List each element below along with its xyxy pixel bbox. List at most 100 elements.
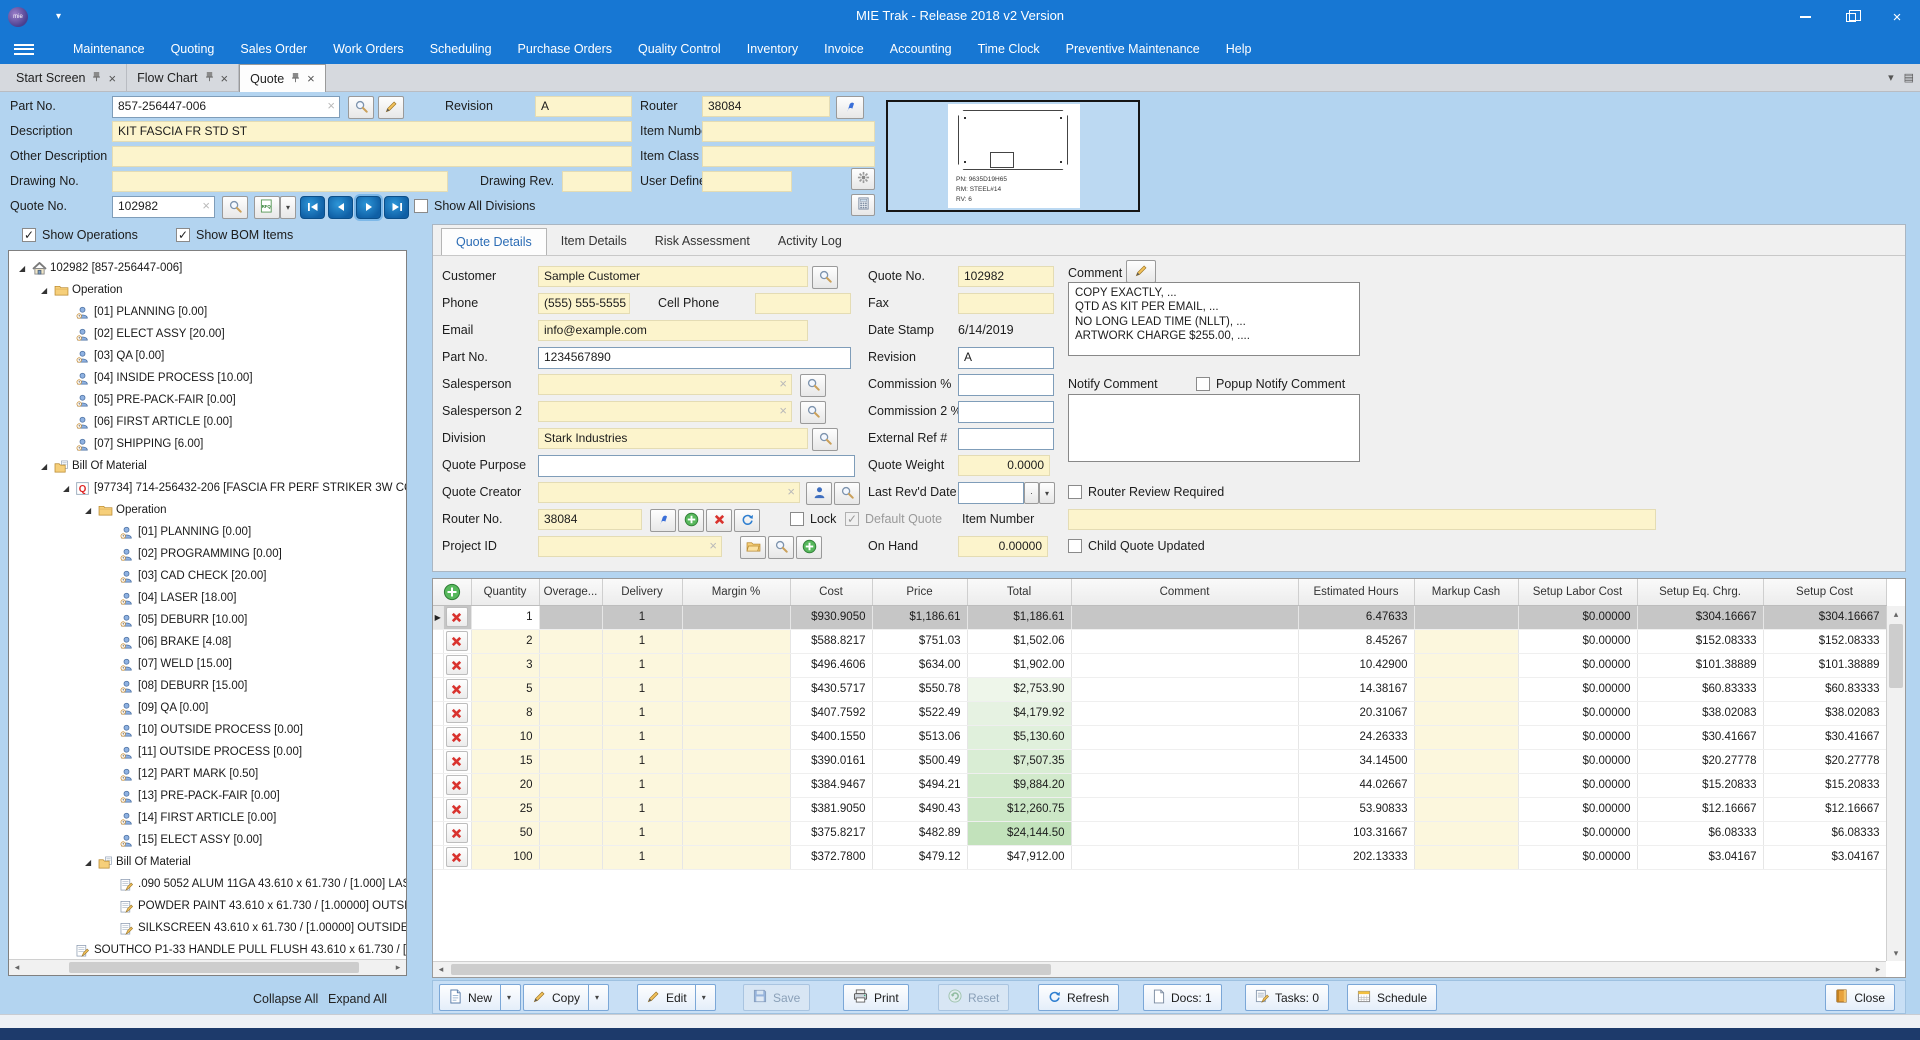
menu-item-inventory[interactable]: Inventory — [734, 34, 811, 64]
grid-vertical-scrollbar[interactable]: ▴ ▾ — [1886, 606, 1905, 961]
tree-node[interactable]: [04] LASER [18.00] — [9, 587, 406, 609]
cell-setup_cost[interactable]: $38.02083 — [1763, 701, 1886, 725]
cell-delivery[interactable]: 1 — [602, 605, 682, 629]
router-no-field[interactable]: 38084 — [538, 509, 642, 530]
cell-cost[interactable]: $381.9050 — [790, 797, 872, 821]
cell-est_hours[interactable]: 34.14500 — [1298, 749, 1414, 773]
cell-price[interactable]: $490.43 — [872, 797, 967, 821]
delete-row-button[interactable] — [446, 799, 468, 819]
tree-node[interactable]: SILKSCREEN 43.610 x 61.730 / [1.00000] O… — [9, 917, 406, 939]
delete-row-button[interactable] — [446, 775, 468, 795]
tree-node[interactable]: [13] PRE-PACK-FAIR [0.00] — [9, 785, 406, 807]
cell-setup_cost[interactable]: $12.16667 — [1763, 797, 1886, 821]
router-delete-button[interactable] — [706, 509, 732, 532]
cell-est_hours[interactable]: 6.47633 — [1298, 605, 1414, 629]
grid-header-cost[interactable]: Cost — [790, 579, 872, 605]
expander-icon[interactable]: ◢ — [63, 484, 76, 493]
salesperson2-search-button[interactable] — [800, 401, 826, 424]
table-row[interactable]: ▶11$930.9050$1,186.61$1,186.616.47633$0.… — [433, 605, 1886, 629]
drawing-no-field[interactable] — [112, 171, 448, 192]
calculator-button[interactable] — [851, 194, 875, 216]
window-list-icon[interactable]: ▤ — [1904, 71, 1914, 84]
tree-node[interactable]: POWDER PAINT 43.610 x 61.730 / [1.00000]… — [9, 895, 406, 917]
cell-price[interactable]: $550.78 — [872, 677, 967, 701]
cell-cost[interactable]: $588.8217 — [790, 629, 872, 653]
cell-total[interactable]: $1,186.61 — [967, 605, 1071, 629]
lock-checkbox[interactable] — [790, 512, 804, 526]
router-add-button[interactable] — [678, 509, 704, 532]
cell-delivery[interactable]: 1 — [602, 773, 682, 797]
quote-purpose-field[interactable] — [538, 455, 855, 477]
cell-delivery[interactable]: 1 — [602, 677, 682, 701]
tree-node[interactable]: [01] PLANNING [0.00] — [9, 521, 406, 543]
tree-node[interactable]: [09] QA [0.00] — [9, 697, 406, 719]
cell-qty[interactable]: 1 — [471, 605, 539, 629]
project-add-button[interactable] — [796, 536, 822, 559]
menu-item-scheduling[interactable]: Scheduling — [417, 34, 505, 64]
tree-node[interactable]: [12] PART MARK [0.50] — [9, 763, 406, 785]
cell-margin[interactable] — [682, 845, 790, 869]
close-button[interactable]: Close — [1825, 984, 1895, 1011]
cell-comment[interactable] — [1071, 677, 1298, 701]
close-tab-icon[interactable]: × — [307, 72, 315, 85]
phone-field[interactable]: (555) 555-5555 — [538, 293, 630, 314]
cell-cost[interactable]: $400.1550 — [790, 725, 872, 749]
tab-start-screen[interactable]: Start Screen× — [6, 64, 127, 92]
table-row[interactable]: 51$430.5717$550.78$2,753.9014.38167$0.00… — [433, 677, 1886, 701]
cell-total[interactable]: $1,902.00 — [967, 653, 1071, 677]
customer-field[interactable]: Sample Customer — [538, 266, 808, 287]
menu-item-sales-order[interactable]: Sales Order — [227, 34, 320, 64]
cell-price[interactable]: $482.89 — [872, 821, 967, 845]
nav-first-button[interactable] — [300, 196, 325, 219]
delete-row-button[interactable] — [446, 607, 468, 627]
cell-est_hours[interactable]: 103.31667 — [1298, 821, 1414, 845]
cell-qty[interactable]: 20 — [471, 773, 539, 797]
cell-price[interactable]: $494.21 — [872, 773, 967, 797]
on-hand-field[interactable]: 0.00000 — [958, 536, 1048, 557]
pin-icon[interactable] — [291, 72, 300, 86]
cell-total[interactable]: $12,260.75 — [967, 797, 1071, 821]
clear-icon[interactable]: × — [779, 404, 787, 417]
tree-node[interactable]: [06] BRAKE [4.08] — [9, 631, 406, 653]
cell-qty[interactable]: 15 — [471, 749, 539, 773]
description-field[interactable]: KIT FASCIA FR STD ST — [112, 121, 632, 142]
tree-node[interactable]: SOUTHCO P1-33 HANDLE PULL FLUSH 43.610 x… — [9, 939, 406, 961]
tree-node[interactable]: [07] SHIPPING [6.00] — [9, 433, 406, 455]
cell-setup_eq[interactable]: $20.27778 — [1637, 749, 1763, 773]
cell-setup_labor[interactable]: $0.00000 — [1518, 605, 1637, 629]
menu-item-quality-control[interactable]: Quality Control — [625, 34, 734, 64]
grid-header-total[interactable]: Total — [967, 579, 1071, 605]
quote-no-field[interactable]: 102982× — [112, 196, 215, 218]
cell-est_hours[interactable]: 14.38167 — [1298, 677, 1414, 701]
tree-node[interactable]: ◢Operation — [9, 499, 406, 521]
grid-header-setup-labor-cost[interactable]: Setup Labor Cost — [1518, 579, 1637, 605]
cell-setup_labor[interactable]: $0.00000 — [1518, 629, 1637, 653]
cell-cost[interactable]: $496.4606 — [790, 653, 872, 677]
email-field[interactable]: info@example.com — [538, 320, 808, 341]
detail-tab-item-details[interactable]: Item Details — [547, 228, 641, 255]
clear-icon[interactable]: × — [327, 99, 335, 112]
cell-total[interactable]: $2,753.90 — [967, 677, 1071, 701]
cell-margin[interactable] — [682, 629, 790, 653]
close-tab-icon[interactable]: × — [221, 72, 229, 85]
cell-overage[interactable] — [539, 701, 602, 725]
cell-total[interactable]: $24,144.50 — [967, 821, 1071, 845]
cell-comment[interactable] — [1071, 605, 1298, 629]
schedule-button[interactable]: Schedule — [1347, 984, 1437, 1011]
cell-overage[interactable] — [539, 773, 602, 797]
tab-quote[interactable]: Quote× — [239, 64, 326, 92]
grid-header-price[interactable]: Price — [872, 579, 967, 605]
cell-cost[interactable]: $407.7592 — [790, 701, 872, 725]
cell-delivery[interactable]: 1 — [602, 725, 682, 749]
print-button[interactable]: Print — [843, 984, 909, 1011]
item-number-field[interactable] — [702, 121, 875, 142]
grid-header-comment[interactable]: Comment — [1071, 579, 1298, 605]
cell-overage[interactable] — [539, 845, 602, 869]
cell-price[interactable]: $634.00 — [872, 653, 967, 677]
tree-node[interactable]: .090 5052 ALUM 11GA 43.610 x 61.730 / [1… — [9, 873, 406, 895]
refresh-button[interactable]: Refresh — [1038, 984, 1119, 1011]
close-window-button[interactable]: × — [1874, 0, 1920, 34]
detail-tab-quote-details[interactable]: Quote Details — [441, 228, 547, 255]
show-operations-checkbox[interactable] — [22, 228, 36, 242]
grid-header-setup-cost[interactable]: Setup Cost — [1763, 579, 1886, 605]
